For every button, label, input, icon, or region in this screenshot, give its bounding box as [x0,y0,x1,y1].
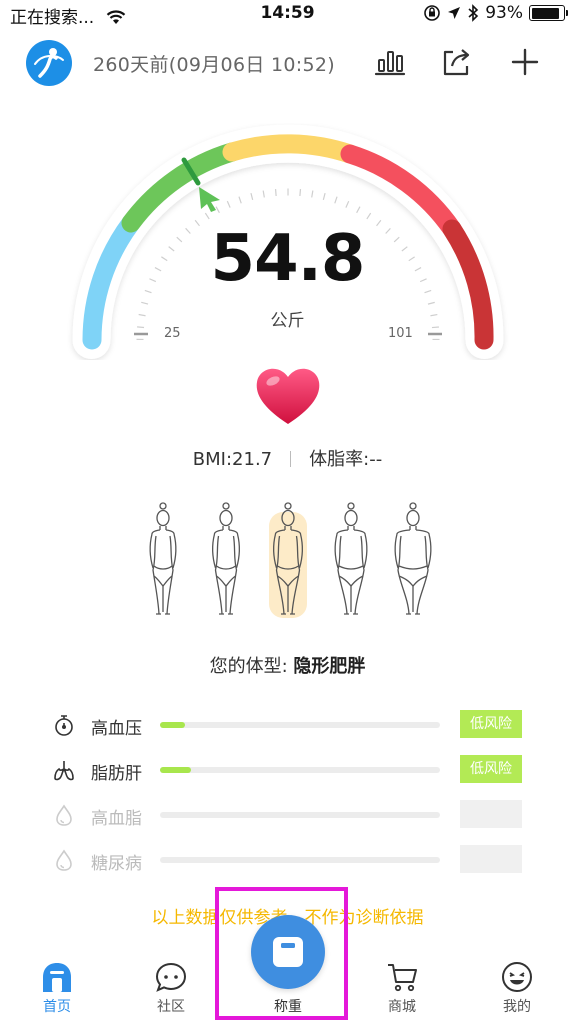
drop-icon [56,804,72,826]
tab-profile[interactable]: 我的 [477,960,557,1016]
risk-row[interactable]: 脂肪肝 低风险 [52,755,524,785]
risk-label: 脂肪肝 [91,764,142,784]
scale-min-label: 25 [164,326,181,341]
body-figure-icon [394,502,432,615]
risk-label: 糖尿病 [91,854,142,874]
app-logo[interactable] [26,40,72,86]
risk-label: 高血压 [91,719,142,739]
timer-icon [55,715,73,736]
battery-fill [531,7,560,19]
body-type-figures [138,500,438,625]
body-figure-icon [334,502,367,615]
risk-track [160,857,440,863]
runner-logo-icon [34,48,64,78]
tab-shop[interactable]: 商城 [362,960,442,1016]
risk-track [160,767,440,773]
bmi-value: BMI:21.7 [192,449,273,470]
risk-row[interactable]: 糖尿病 [52,845,524,875]
scale-max-label: 101 [388,326,413,341]
risk-track [160,812,440,818]
risk-badge: 低风险 [460,755,522,783]
risk-row[interactable]: 高血压 低风险 [52,710,524,740]
home-icon [43,963,71,992]
body-type-text: 您的体型: 隐形肥胖 [0,652,575,678]
body-figure-icon [273,502,303,615]
risk-label: 高血脂 [91,809,142,829]
gauge-segment-yellow [222,134,360,164]
metrics-divider [290,451,292,467]
body-figure [201,500,251,622]
tab-home-label: 首页 [43,999,71,1015]
body-figure [326,500,376,622]
heart-icon [256,368,320,424]
body-fat-value: 体脂率:-- [309,449,383,470]
cart-icon [388,964,417,992]
risk-badge: 低风险 [460,710,522,738]
tab-community-label: 社区 [157,999,185,1015]
body-figure-icon [211,502,240,615]
share-icon[interactable] [439,44,475,80]
metrics-row: BMI:21.7 体脂率:-- [0,445,575,471]
bluetooth-icon [468,4,479,22]
status-bar: 正在搜索... 14:59 93% [0,0,575,28]
battery-icon [529,5,568,21]
risk-track [160,722,440,728]
orientation-lock-icon [424,5,441,21]
body-figure [263,500,313,622]
drop-icon [56,849,72,871]
header: 260天前(09月06日 10:52) [0,36,575,90]
weight-unit: 公斤 [270,311,305,331]
risk-badge [460,845,522,873]
add-icon[interactable] [507,44,543,80]
body-figure [138,500,188,622]
body-type-prefix: 您的体型: [209,656,294,677]
weight-value: 54.8 [210,222,366,296]
record-time-title[interactable]: 260天前(09月06日 10:52) [93,50,335,77]
battery-percent: 93% [485,3,523,23]
risk-badge [460,800,522,828]
body-type-value: 隐形肥胖 [293,656,366,677]
chat-icon [155,962,187,992]
tab-community[interactable]: 社区 [131,960,211,1016]
location-icon [448,7,461,19]
body-figure-icon [149,502,177,615]
chart-icon[interactable] [372,44,408,80]
tab-profile-label: 我的 [503,999,531,1015]
status-indicators: 93% [423,3,568,23]
tab-home[interactable]: 首页 [17,960,97,1016]
tab-shop-label: 商城 [388,999,416,1015]
smile-icon [502,962,532,992]
highlight-box [215,887,348,1020]
risk-fill [160,722,186,728]
lungs-icon [54,761,74,781]
risk-row[interactable]: 高血脂 [52,800,524,830]
body-figure [388,500,438,622]
risk-fill [160,767,191,773]
